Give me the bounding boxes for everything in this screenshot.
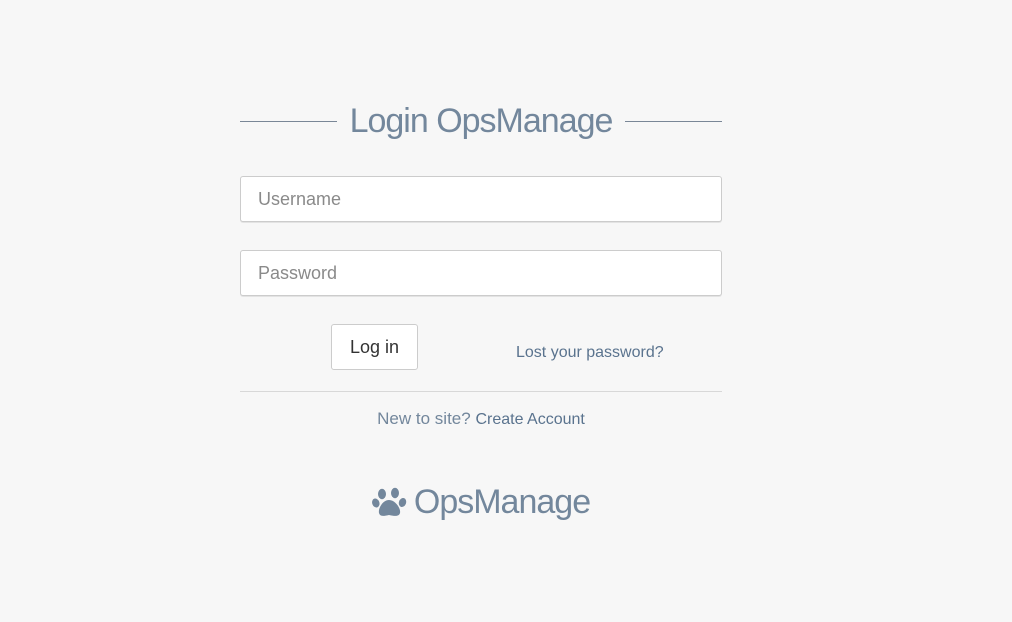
login-form: Login OpsManage Log in Lost your passwor… (240, 96, 722, 522)
title-divider-left (240, 121, 337, 122)
lost-password-link[interactable]: Lost your password? (516, 344, 664, 362)
paw-icon (371, 485, 414, 520)
brand-logo: OpsManage (240, 483, 722, 522)
form-actions: Log in Lost your password? (240, 296, 722, 370)
signup-prompt: New to site? (377, 409, 471, 428)
login-button[interactable]: Log in (331, 324, 418, 370)
page-title: Login OpsManage (349, 102, 614, 140)
form-separator (240, 391, 722, 392)
brand-name: OpsManage (413, 483, 591, 521)
login-page: Login OpsManage Log in Lost your passwor… (0, 0, 1012, 622)
title-row: Login OpsManage (240, 96, 722, 146)
username-input[interactable] (240, 176, 722, 222)
create-account-link[interactable]: Create Account (475, 411, 584, 428)
password-input[interactable] (240, 250, 722, 296)
title-divider-right (625, 121, 722, 122)
signup-row: New to site? Create Account (240, 409, 722, 429)
